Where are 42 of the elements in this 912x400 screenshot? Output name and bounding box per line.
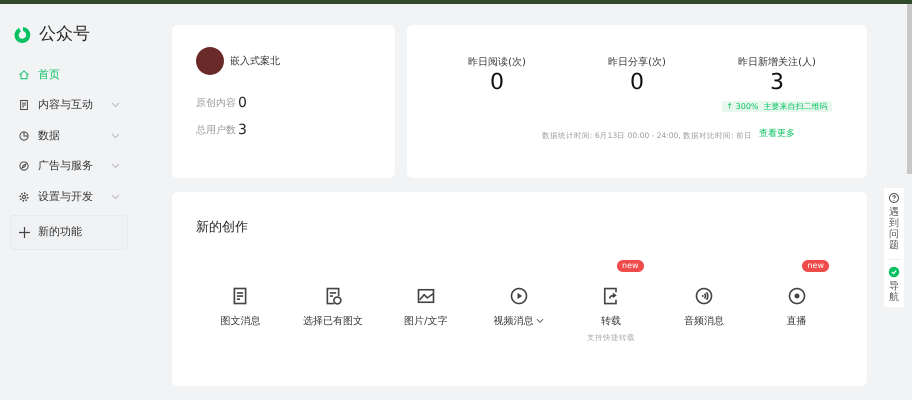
section-title: 新的创作 <box>196 219 249 237</box>
create-option[interactable]: 音频消息 <box>658 286 750 343</box>
document-icon <box>18 99 30 112</box>
home-icon <box>18 68 30 81</box>
create-option[interactable]: 图文消息 <box>194 286 287 343</box>
metric-value: 0 <box>629 70 645 96</box>
stat-value: 0 <box>238 94 247 113</box>
stat-label: 总用户数 <box>196 124 237 138</box>
avatar <box>196 47 224 75</box>
metric-label: 昨日新增关注(人) <box>737 56 817 70</box>
sound-wave-icon <box>694 286 714 306</box>
stat-label: 原创内容 <box>196 96 237 111</box>
account-name: 嵌入式案北 <box>230 54 280 68</box>
new-badge: new <box>617 260 644 272</box>
trend-tag: ↑ 300% 主要来自扫二维码 <box>722 101 832 112</box>
help-link[interactable]: 遇到问题 <box>889 207 899 251</box>
help-link[interactable]: 导航 <box>889 281 899 303</box>
new-feature-button[interactable]: 新的功能 <box>10 215 128 250</box>
sidebar-item[interactable]: 内容与互动 <box>10 90 128 120</box>
create-option[interactable]: 图片/文字 <box>379 286 472 343</box>
logo-icon <box>13 24 33 45</box>
sidebar-item[interactable]: 设置与开发 <box>10 182 128 212</box>
metric-value: 0 <box>489 70 505 96</box>
metric-label: 昨日阅读(次) <box>467 56 527 70</box>
record-icon <box>786 286 807 306</box>
stat-value: 3 <box>238 121 247 140</box>
create-option[interactable]: 选择已有图文 <box>286 286 380 343</box>
settings-icon <box>18 190 30 203</box>
help-icon <box>888 192 900 204</box>
metric-label: 昨日分享(次) <box>607 56 667 70</box>
check-icon <box>888 266 900 278</box>
scrollbar-thumb[interactable] <box>907 4 912 174</box>
sidebar-item[interactable]: 数据 <box>10 120 128 151</box>
create-option[interactable]: 视频消息 <box>472 286 565 343</box>
new-badge: new <box>802 260 830 272</box>
metric-value: 3 <box>769 70 785 96</box>
logo-text: 公众号 <box>39 23 90 46</box>
play-icon <box>508 286 529 306</box>
compass-icon <box>18 160 30 172</box>
plus-icon <box>19 226 30 238</box>
pie-chart-icon <box>18 130 30 142</box>
sidebar-item[interactable]: 广告与服务 <box>10 151 128 182</box>
